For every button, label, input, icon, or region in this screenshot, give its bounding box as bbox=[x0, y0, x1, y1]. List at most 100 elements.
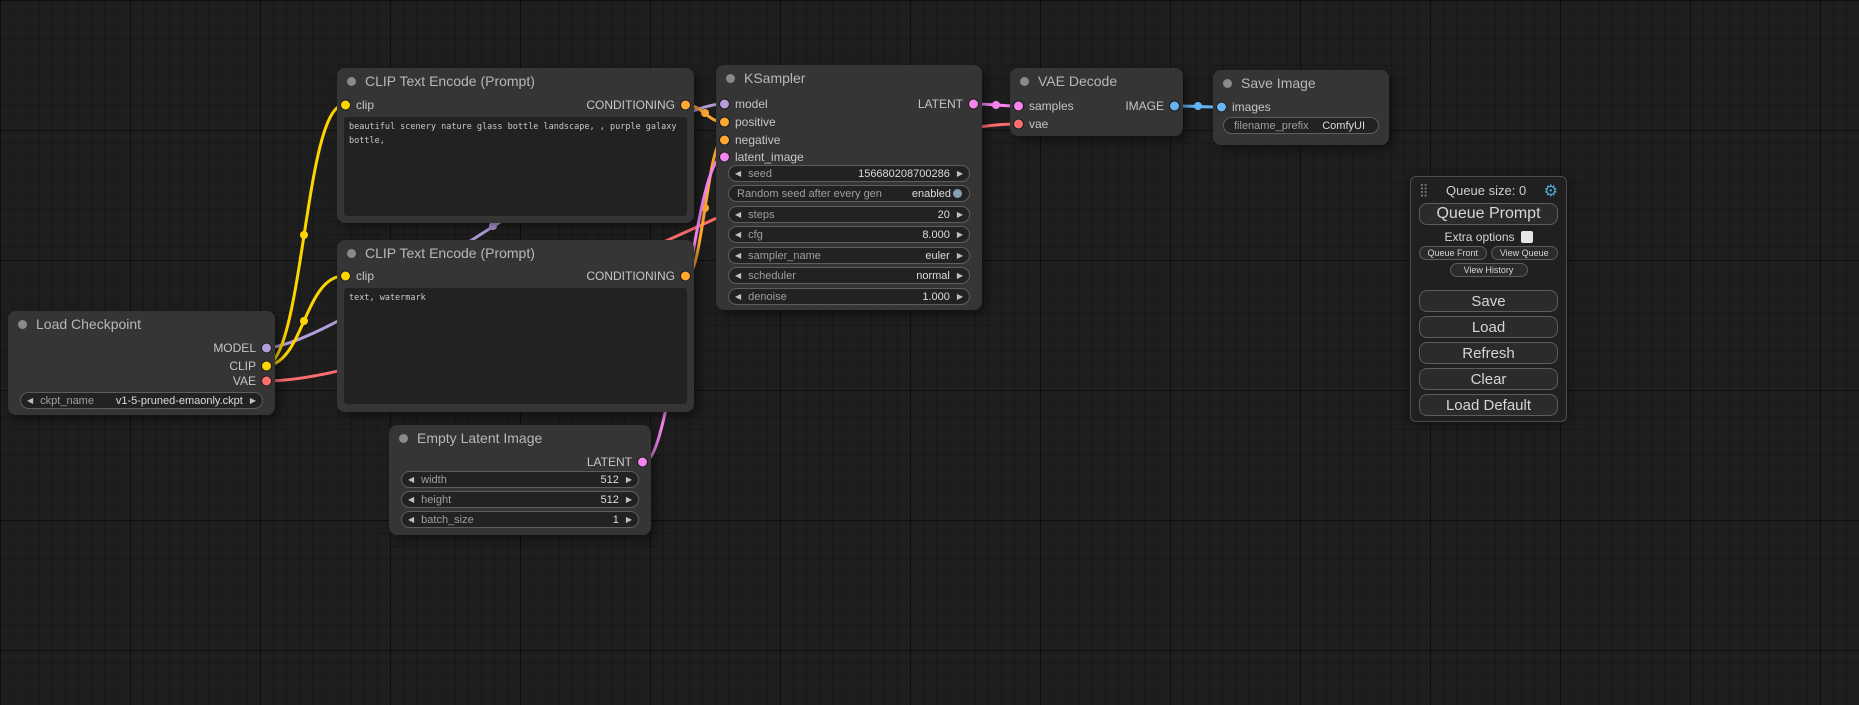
increment-arrow-icon[interactable]: ▶ bbox=[626, 476, 632, 484]
positive-input-dot[interactable] bbox=[720, 118, 729, 127]
latent-output-dot[interactable] bbox=[969, 100, 978, 109]
widget-label: steps bbox=[748, 209, 774, 221]
node-clip-text-encode-negative[interactable]: CLIP Text Encode (Prompt) clip CONDITION… bbox=[337, 240, 694, 412]
load-button[interactable]: Load bbox=[1419, 316, 1558, 338]
slot-label: clip bbox=[356, 269, 374, 283]
seed-widget[interactable]: ◀ seed 156680208700286 ▶ bbox=[728, 165, 970, 182]
prompt-text-area[interactable]: beautiful scenery nature glass bottle la… bbox=[344, 117, 687, 216]
ckpt-name-widget[interactable]: ◀ ckpt_name v1-5-pruned-emaonly.ckpt ▶ bbox=[20, 392, 263, 409]
decrement-arrow-icon[interactable]: ◀ bbox=[735, 293, 741, 301]
node-status-dot bbox=[399, 434, 408, 443]
height-widget[interactable]: ◀ height 512 ▶ bbox=[401, 491, 639, 508]
decrement-arrow-icon[interactable]: ◀ bbox=[408, 476, 414, 484]
node-empty-latent-image[interactable]: Empty Latent Image LATENT ◀ width 512 ▶ … bbox=[389, 425, 651, 535]
node-vae-decode[interactable]: VAE Decode samples vae IMAGE bbox=[1010, 68, 1183, 136]
clip-input-dot[interactable] bbox=[341, 272, 350, 281]
settings-gear-icon[interactable]: ⚙ bbox=[1544, 181, 1558, 200]
conditioning-output-dot[interactable] bbox=[681, 101, 690, 110]
vae-output-dot[interactable] bbox=[262, 377, 271, 386]
input-slot-images: images bbox=[1213, 98, 1271, 116]
random-seed-toggle-widget[interactable]: Random seed after every gen enabled bbox=[728, 185, 970, 202]
decrement-arrow-icon[interactable]: ◀ bbox=[27, 397, 33, 405]
queue-prompt-button[interactable]: Queue Prompt bbox=[1419, 203, 1558, 225]
increment-arrow-icon[interactable]: ▶ bbox=[957, 211, 963, 219]
images-input-dot[interactable] bbox=[1217, 103, 1226, 112]
increment-arrow-icon[interactable]: ▶ bbox=[626, 516, 632, 524]
load-default-button[interactable]: Load Default bbox=[1419, 394, 1558, 416]
decrement-arrow-icon[interactable]: ◀ bbox=[735, 211, 741, 219]
widget-value: 8.000 bbox=[922, 229, 950, 241]
view-queue-button[interactable]: View Queue bbox=[1491, 246, 1559, 260]
image-output-dot[interactable] bbox=[1170, 102, 1179, 111]
increment-arrow-icon[interactable]: ▶ bbox=[957, 231, 963, 239]
input-slot-vae: vae bbox=[1010, 115, 1048, 133]
latent-image-input-dot[interactable] bbox=[720, 153, 729, 162]
negative-input-dot[interactable] bbox=[720, 136, 729, 145]
refresh-button[interactable]: Refresh bbox=[1419, 342, 1558, 364]
slot-label: CONDITIONING bbox=[586, 98, 675, 112]
drag-handle-icon[interactable]: ⣿ bbox=[1419, 183, 1429, 198]
save-button[interactable]: Save bbox=[1419, 290, 1558, 312]
node-title-bar[interactable]: VAE Decode bbox=[1010, 68, 1183, 94]
node-title-bar[interactable]: KSampler bbox=[716, 65, 982, 91]
comfyui-canvas[interactable]: { "colors": { "MODEL": "#B39DDB", "CLIP"… bbox=[0, 0, 1859, 705]
increment-arrow-icon[interactable]: ▶ bbox=[626, 496, 632, 504]
queue-menu-panel[interactable]: ⣿ Queue size: 0 ⚙ Queue Prompt Extra opt… bbox=[1410, 176, 1567, 422]
widget-label: Random seed after every gen bbox=[737, 188, 882, 200]
node-title-bar[interactable]: CLIP Text Encode (Prompt) bbox=[337, 240, 694, 266]
decrement-arrow-icon[interactable]: ◀ bbox=[408, 496, 414, 504]
increment-arrow-icon[interactable]: ▶ bbox=[957, 252, 963, 260]
conditioning-output-dot[interactable] bbox=[681, 272, 690, 281]
clip-output-dot[interactable] bbox=[262, 362, 271, 371]
extra-options-checkbox[interactable] bbox=[1521, 231, 1533, 243]
increment-arrow-icon[interactable]: ▶ bbox=[957, 293, 963, 301]
vae-input-dot[interactable] bbox=[1014, 120, 1023, 129]
menu-header: ⣿ Queue size: 0 ⚙ bbox=[1419, 181, 1558, 200]
decrement-arrow-icon[interactable]: ◀ bbox=[735, 272, 741, 280]
toggle-indicator-icon[interactable] bbox=[953, 189, 962, 198]
node-save-image[interactable]: Save Image images filename_prefix ComfyU… bbox=[1213, 70, 1389, 145]
batch-size-widget[interactable]: ◀ batch_size 1 ▶ bbox=[401, 511, 639, 528]
node-title-bar[interactable]: Empty Latent Image bbox=[389, 425, 651, 451]
view-history-button[interactable]: View History bbox=[1450, 263, 1528, 277]
width-widget[interactable]: ◀ width 512 ▶ bbox=[401, 471, 639, 488]
sampler-name-widget[interactable]: ◀ sampler_name euler ▶ bbox=[728, 247, 970, 264]
input-slot-model: model bbox=[716, 95, 768, 113]
cfg-widget[interactable]: ◀ cfg 8.000 ▶ bbox=[728, 226, 970, 243]
input-slot-clip: clip bbox=[337, 267, 374, 285]
node-title-bar[interactable]: CLIP Text Encode (Prompt) bbox=[337, 68, 694, 94]
node-ksampler[interactable]: KSampler model positive negative latent_… bbox=[716, 65, 982, 310]
clip-input-dot[interactable] bbox=[341, 101, 350, 110]
node-title-bar[interactable]: Load Checkpoint bbox=[8, 311, 275, 337]
filename-prefix-widget[interactable]: filename_prefix ComfyUI bbox=[1223, 117, 1379, 134]
prompt-text-area[interactable]: text, watermark bbox=[344, 288, 687, 404]
model-output-dot[interactable] bbox=[262, 344, 271, 353]
input-slot-samples: samples bbox=[1010, 97, 1074, 115]
decrement-arrow-icon[interactable]: ◀ bbox=[408, 516, 414, 524]
clear-button[interactable]: Clear bbox=[1419, 368, 1558, 390]
node-clip-text-encode-positive[interactable]: CLIP Text Encode (Prompt) clip CONDITION… bbox=[337, 68, 694, 223]
decrement-arrow-icon[interactable]: ◀ bbox=[735, 252, 741, 260]
slot-label: CONDITIONING bbox=[586, 269, 675, 283]
scheduler-widget[interactable]: ◀ scheduler normal ▶ bbox=[728, 267, 970, 284]
decrement-arrow-icon[interactable]: ◀ bbox=[735, 170, 741, 178]
increment-arrow-icon[interactable]: ▶ bbox=[957, 272, 963, 280]
node-status-dot bbox=[347, 249, 356, 258]
node-title: Empty Latent Image bbox=[417, 430, 542, 446]
denoise-widget[interactable]: ◀ denoise 1.000 ▶ bbox=[728, 288, 970, 305]
input-slot-clip: clip bbox=[337, 96, 374, 114]
node-title-bar[interactable]: Save Image bbox=[1213, 70, 1389, 96]
extra-options-row: Extra options bbox=[1419, 230, 1558, 244]
steps-widget[interactable]: ◀ steps 20 ▶ bbox=[728, 206, 970, 223]
increment-arrow-icon[interactable]: ▶ bbox=[250, 397, 256, 405]
increment-arrow-icon[interactable]: ▶ bbox=[957, 170, 963, 178]
queue-front-button[interactable]: Queue Front bbox=[1419, 246, 1487, 260]
latent-output-dot[interactable] bbox=[638, 458, 647, 467]
slot-label: MODEL bbox=[213, 341, 256, 355]
samples-input-dot[interactable] bbox=[1014, 102, 1023, 111]
decrement-arrow-icon[interactable]: ◀ bbox=[735, 231, 741, 239]
slot-label: LATENT bbox=[918, 97, 963, 111]
model-input-dot[interactable] bbox=[720, 100, 729, 109]
slot-label: clip bbox=[356, 98, 374, 112]
node-load-checkpoint[interactable]: Load Checkpoint MODEL CLIP VAE ◀ ckpt_na… bbox=[8, 311, 275, 415]
